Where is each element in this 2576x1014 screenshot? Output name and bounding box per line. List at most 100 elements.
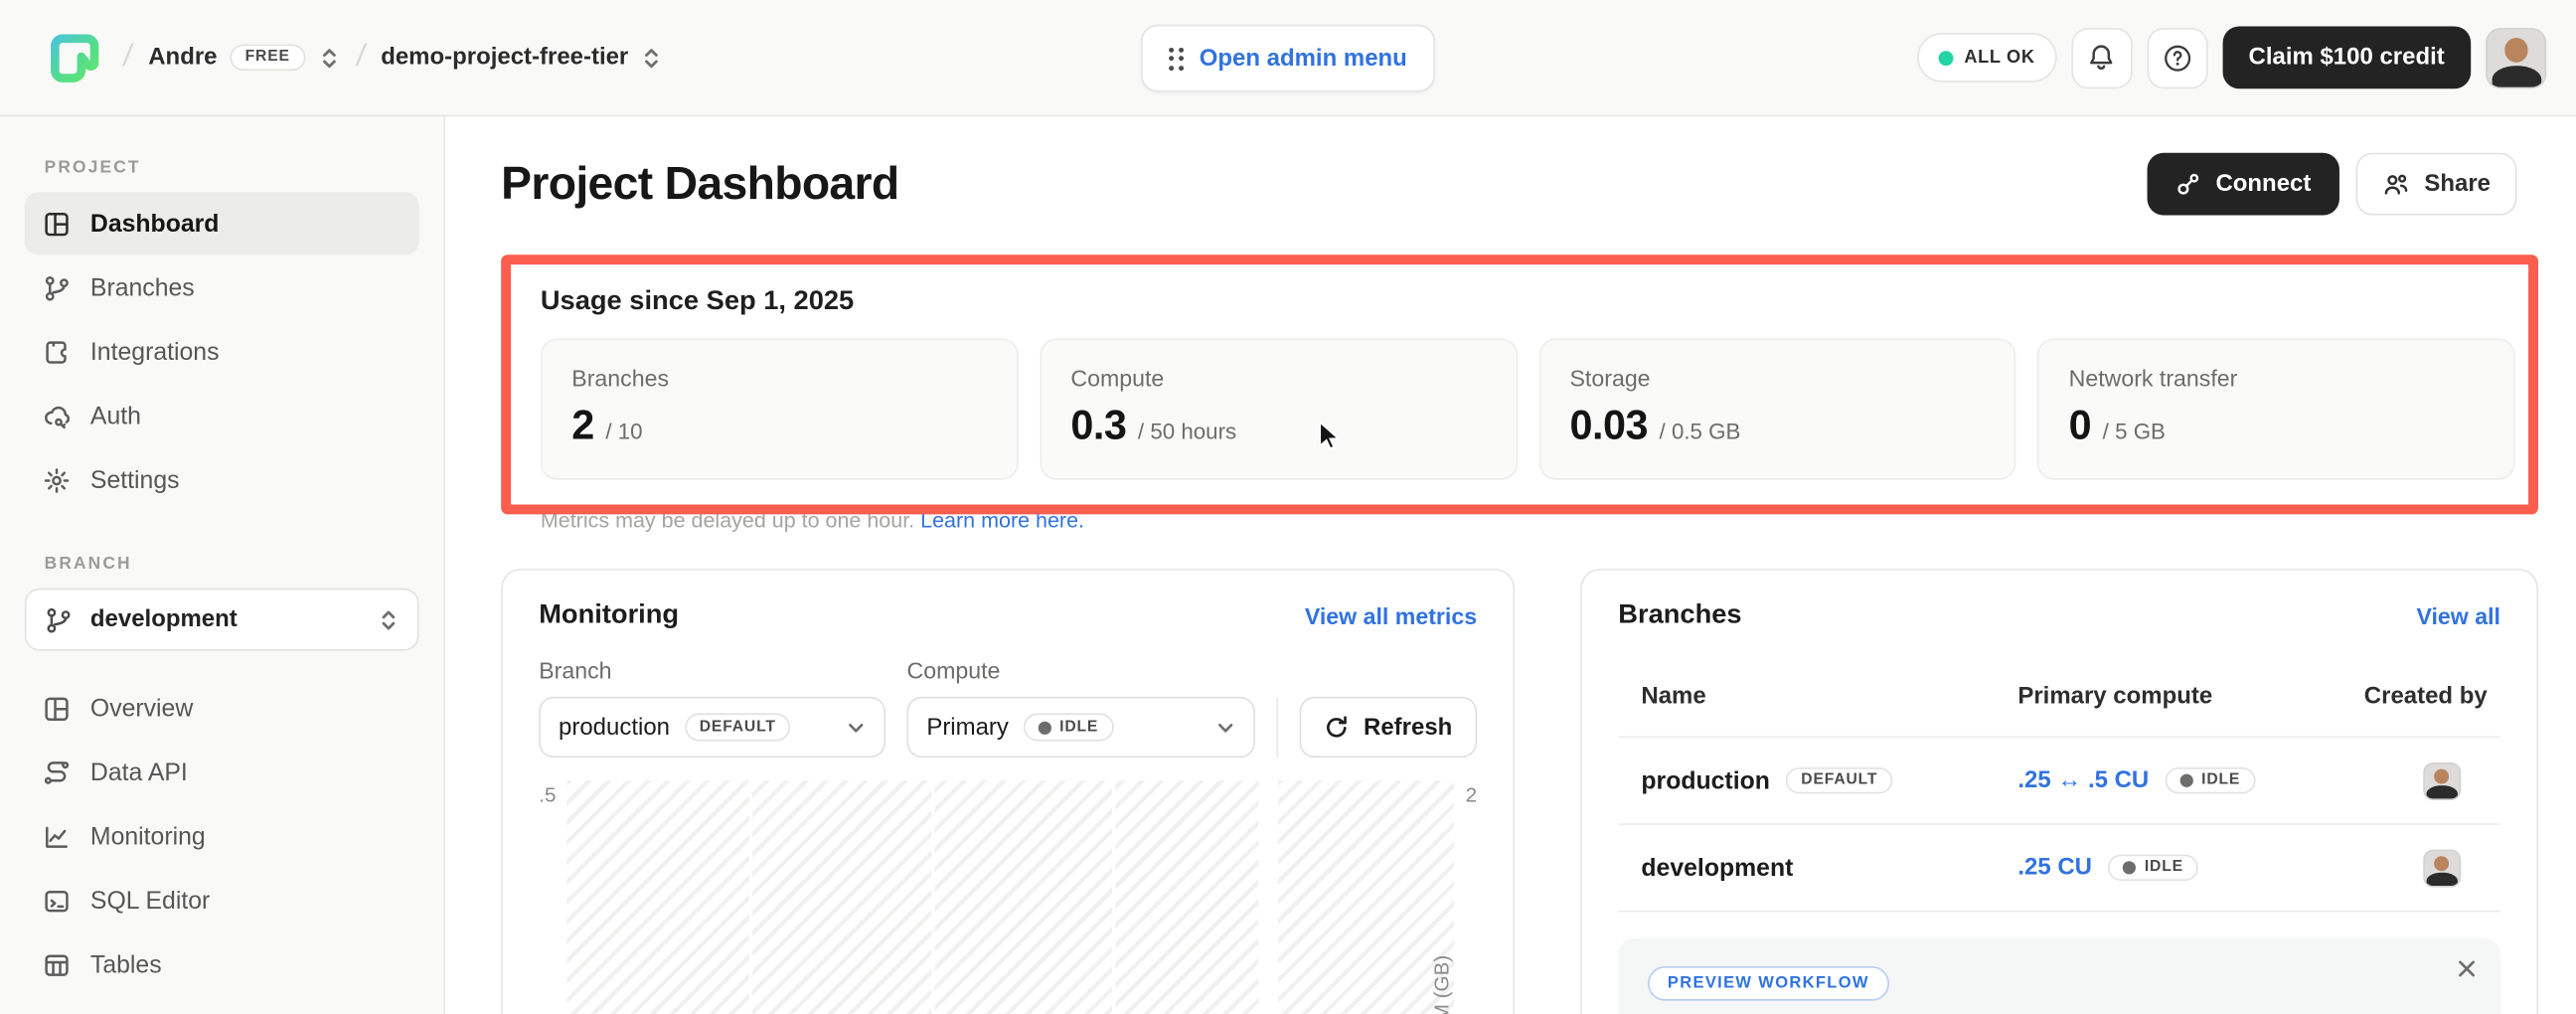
controls-divider <box>1276 697 1278 758</box>
refresh-button[interactable]: Refresh <box>1300 697 1478 758</box>
y-axis-unit-label: RAM (GB) <box>1431 955 1454 1014</box>
avatar-head <box>2504 38 2528 62</box>
git-branch-icon <box>43 273 71 301</box>
usage-card-branches: Branches 2 / 10 <box>541 339 1019 480</box>
sidebar-item-data-api[interactable]: Data API <box>25 742 419 804</box>
branch-selector-value: development <box>90 606 238 632</box>
usage-card-compute: Compute 0.3 / 50 hours <box>1040 339 1518 480</box>
column-primary-compute: Primary compute <box>2017 684 2334 710</box>
chevron-down-icon <box>846 718 866 738</box>
close-promo-button[interactable] <box>2456 958 2477 979</box>
usage-card-label: Network transfer <box>2069 365 2485 391</box>
sidebar-item-sql-editor[interactable]: SQL Editor <box>25 869 419 931</box>
sidebar-item-label: Overview <box>90 694 193 722</box>
monitoring-compute-select[interactable]: Primary IDLE <box>906 697 1254 758</box>
page-title: Project Dashboard <box>501 158 898 211</box>
sidebar-item-label: Auth <box>90 402 141 429</box>
breadcrumb-separator: / <box>120 40 134 76</box>
avatar-shoulders <box>2427 873 2457 887</box>
sidebar-item-branches[interactable]: Branches <box>25 256 419 319</box>
gear-icon <box>43 466 71 494</box>
avatar-shoulders <box>2427 785 2457 799</box>
chart-gridline <box>931 780 934 1014</box>
share-button[interactable]: Share <box>2355 153 2517 216</box>
branches-panel: Branches View all Name Primary compute C… <box>1580 569 2538 1014</box>
default-badge: DEFAULT <box>1786 767 1892 794</box>
idle-status-badge: IDLE <box>1024 714 1113 741</box>
dashboard-grid-icon <box>43 210 71 238</box>
sidebar-item-dashboard[interactable]: Dashboard <box>25 192 419 254</box>
sidebar-item-auth[interactable]: Auth <box>25 385 419 447</box>
default-badge: DEFAULT <box>685 714 791 741</box>
main-content: Project Dashboard Connect Share <box>445 116 2576 1014</box>
connect-button[interactable]: Connect <box>2147 153 2338 216</box>
open-admin-menu-button[interactable]: Open admin menu <box>1141 25 1435 92</box>
overview-grid-icon <box>43 694 71 722</box>
sidebar-item-label: Data API <box>90 759 188 786</box>
help-button[interactable] <box>2147 27 2207 87</box>
claim-credit-button[interactable]: Claim $100 credit <box>2222 26 2471 88</box>
compute-size-link[interactable]: .25 ↔ .5 CU <box>2017 767 2149 793</box>
sidebar-item-label: Integrations <box>90 338 220 366</box>
close-icon <box>2456 958 2477 979</box>
view-all-metrics-link[interactable]: View all metrics <box>1305 602 1477 628</box>
branch-name[interactable]: development <box>1641 854 1793 882</box>
sidebar-item-monitoring[interactable]: Monitoring <box>25 805 419 868</box>
sidebar-item-integrations[interactable]: Integrations <box>25 320 419 383</box>
integrations-icon <box>43 338 71 366</box>
sidebar: PROJECT Dashboard Branches <box>0 116 445 1014</box>
avatar-shoulders <box>2492 66 2541 87</box>
sidebar-item-label: Branches <box>90 273 195 301</box>
user-avatar[interactable] <box>2486 27 2546 87</box>
chevron-updown-icon <box>378 607 399 632</box>
status-dot-icon <box>1938 50 1953 65</box>
sidebar-item-label: Dashboard <box>90 210 220 238</box>
tables-icon <box>43 950 71 978</box>
row-divider <box>1618 911 2500 913</box>
header-actions: ALL OK Claim $100 credit <box>1916 26 2546 88</box>
table-row-production[interactable]: production DEFAULT .25 ↔ .5 CU IDLE <box>1618 738 2500 823</box>
usage-title: Usage since Sep 1, 2025 <box>541 286 2515 317</box>
compute-size-link[interactable]: .25 CU <box>2017 855 2092 881</box>
sidebar-item-label: Tables <box>90 950 162 978</box>
usage-card-quota: / 5 GB <box>2103 420 2166 444</box>
bell-icon <box>2087 43 2117 73</box>
branch-select-value: production <box>559 714 670 740</box>
idle-dot-icon <box>1039 721 1051 734</box>
idle-status-badge: IDLE <box>2108 854 2197 881</box>
monitoring-branch-select[interactable]: production DEFAULT <box>539 697 886 758</box>
sql-editor-icon <box>43 887 71 915</box>
sidebar-item-label: SQL Editor <box>90 887 210 915</box>
status-indicator[interactable]: ALL OK <box>1916 33 2056 83</box>
branches-title: Branches <box>1618 599 1741 630</box>
branch-selector[interactable]: development <box>25 589 419 651</box>
project-selector[interactable]: demo-project-free-tier <box>381 45 663 71</box>
usage-card-quota: / 0.5 GB <box>1660 420 1741 444</box>
sidebar-item-tables[interactable]: Tables <box>25 933 419 996</box>
usage-card-value: 0.03 <box>1569 403 1647 450</box>
usage-section: Usage since Sep 1, 2025 Branches 2 / 10 … <box>501 254 2538 532</box>
app-window: / Andre FREE / demo-project-free-tier <box>0 0 2576 1014</box>
neon-logo-icon[interactable] <box>50 32 100 83</box>
chart-empty-area <box>567 780 1454 1014</box>
share-label: Share <box>2424 171 2491 197</box>
usage-card-quota: / 50 hours <box>1138 420 1236 444</box>
preview-workflow-promo: PREVIEW WORKFLOW <box>1618 938 2500 1014</box>
usage-card-label: Storage <box>1569 365 1985 391</box>
view-all-branches-link[interactable]: View all <box>2416 602 2499 628</box>
table-row-development[interactable]: development .25 CU IDLE <box>1618 825 2500 911</box>
usage-card-label: Branches <box>571 365 987 391</box>
org-selector[interactable]: Andre FREE <box>148 44 339 71</box>
learn-more-link[interactable]: Learn more here. <box>920 508 1084 533</box>
sidebar-item-overview[interactable]: Overview <box>25 677 419 740</box>
auth-cloud-key-icon <box>43 402 71 429</box>
y-tick-left: .5 <box>539 780 556 806</box>
branch-name[interactable]: production <box>1641 766 1769 794</box>
usage-card-storage: Storage 0.03 / 0.5 GB <box>1538 339 2016 480</box>
breadcrumb-separator: / <box>353 40 367 76</box>
idle-label: IDLE <box>2201 772 2240 788</box>
sidebar-item-settings[interactable]: Settings <box>25 448 419 511</box>
data-api-icon <box>43 759 71 786</box>
connect-label: Connect <box>2215 171 2311 197</box>
notifications-button[interactable] <box>2071 27 2132 87</box>
